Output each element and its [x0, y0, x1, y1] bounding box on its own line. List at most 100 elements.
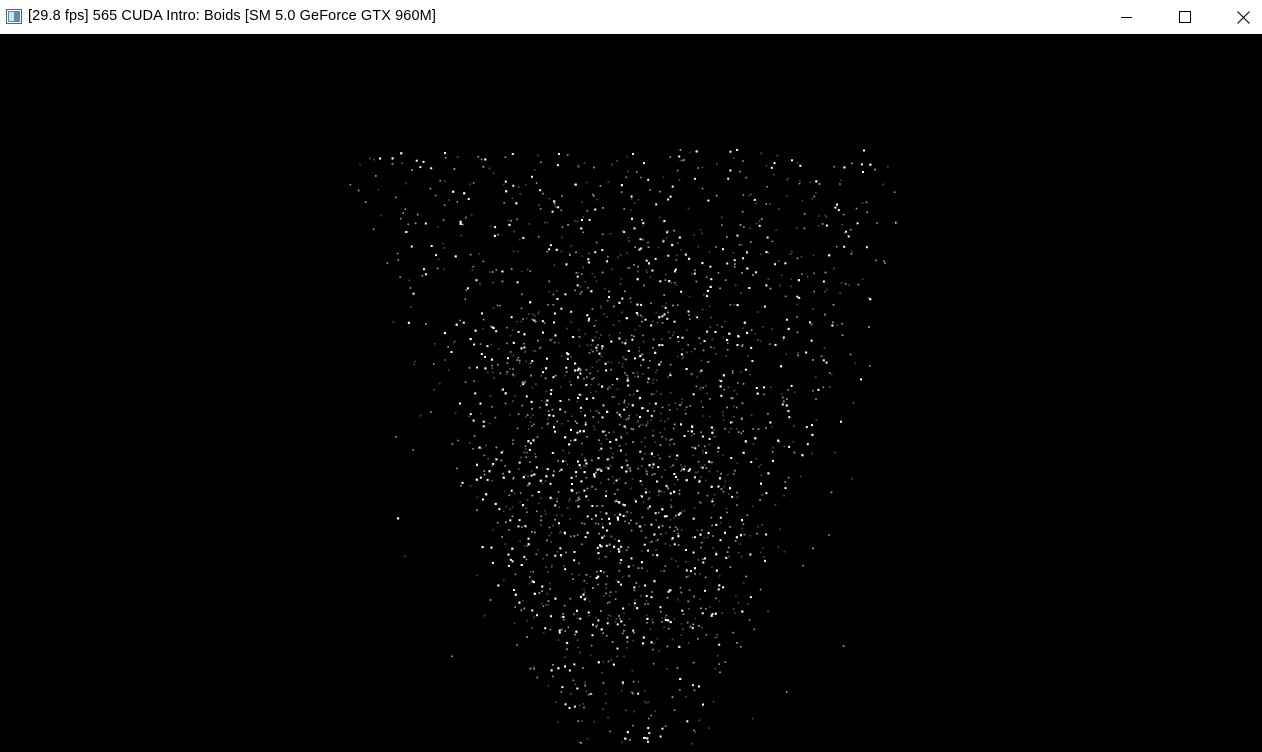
boid-particle — [706, 494, 709, 497]
boid-particle — [667, 404, 670, 406]
boid-particle — [669, 544, 671, 547]
boid-particle — [548, 534, 551, 537]
boid-particle — [714, 435, 717, 438]
boid-particle — [677, 242, 679, 244]
boid-particle — [644, 603, 646, 605]
boid-particle — [578, 345, 581, 347]
boid-particle — [731, 495, 734, 498]
boid-particle — [736, 496, 739, 499]
boid-particle — [606, 575, 609, 577]
boid-particle — [548, 290, 551, 293]
boid-particle — [596, 198, 598, 201]
boid-particle — [497, 584, 500, 587]
boid-particle — [524, 380, 526, 382]
boid-particle — [623, 408, 626, 411]
boid-particle — [514, 395, 516, 397]
boid-particle — [377, 188, 380, 191]
boid-particle — [790, 285, 792, 288]
boid-particle — [551, 210, 554, 213]
boid-particle — [452, 190, 455, 193]
boid-particle — [591, 485, 593, 488]
boid-particle — [582, 231, 585, 234]
boid-particle — [627, 350, 630, 352]
boid-particle — [709, 606, 711, 608]
boid-particle — [626, 647, 628, 649]
maximize-button[interactable] — [1156, 0, 1214, 34]
boid-particle — [619, 449, 622, 452]
boid-particle — [822, 280, 825, 283]
boid-particle — [664, 725, 667, 727]
boid-particle — [609, 233, 612, 235]
boid-particle — [547, 571, 549, 573]
boid-particle — [702, 703, 704, 706]
boid-particle — [548, 248, 551, 251]
boid-particle — [572, 440, 575, 442]
boid-particle — [582, 593, 585, 596]
boid-particle — [600, 305, 602, 308]
boid-particle — [692, 623, 695, 626]
boid-particle — [765, 203, 767, 205]
boid-particle — [684, 409, 686, 411]
boid-particle — [692, 661, 695, 664]
boid-particle — [700, 607, 702, 610]
boid-particle — [632, 441, 634, 443]
boid-particle — [594, 428, 596, 431]
boid-particle — [598, 359, 601, 361]
boid-particle — [486, 371, 489, 374]
boid-particle — [587, 258, 590, 261]
boid-particle — [529, 571, 532, 573]
boid-particle — [740, 432, 743, 434]
boid-particle — [531, 531, 533, 533]
boid-particle — [537, 491, 540, 493]
boid-particle — [552, 293, 555, 296]
boid-particle — [750, 193, 752, 196]
boid-particle — [676, 169, 679, 172]
boid-particle — [640, 441, 643, 443]
boid-particle — [737, 431, 740, 433]
boid-particle — [620, 689, 623, 692]
boids-render-viewport[interactable] — [0, 34, 1262, 752]
boid-particle — [552, 664, 554, 666]
boid-particle — [537, 312, 539, 315]
boid-particle — [593, 475, 596, 478]
boid-particle — [584, 423, 587, 426]
boid-particle — [703, 294, 705, 296]
boid-particle — [601, 505, 604, 507]
close-button[interactable] — [1214, 0, 1262, 34]
boid-particle — [791, 250, 793, 253]
boid-particle — [734, 612, 736, 614]
boid-particle — [617, 256, 619, 259]
boid-particle — [785, 404, 788, 407]
boid-particle — [476, 496, 478, 499]
boid-particle — [656, 554, 659, 557]
boid-particle — [714, 331, 717, 333]
boid-particle — [620, 466, 623, 469]
title-bar[interactable]: [29.8 fps] 565 CUDA Intro: Boids [SM 5.0… — [0, 0, 1262, 34]
minimize-button[interactable] — [1098, 0, 1156, 34]
boid-particle — [736, 406, 738, 409]
boid-particle — [712, 700, 715, 703]
boid-particle — [652, 434, 654, 437]
boid-particle — [675, 476, 677, 478]
boid-particle — [612, 482, 615, 484]
boid-particle — [497, 233, 499, 236]
boid-particle — [657, 494, 660, 497]
boid-particle — [516, 218, 518, 221]
boid-particle — [739, 543, 741, 545]
boid-particle — [746, 251, 748, 254]
boid-particle — [554, 312, 556, 315]
boid-particle — [660, 419, 662, 422]
boid-particle — [613, 545, 616, 548]
boid-particle — [557, 491, 560, 493]
boid-particle — [663, 570, 665, 572]
boid-particle — [721, 612, 723, 614]
boid-particle — [607, 614, 610, 616]
boid-particle — [529, 421, 532, 423]
boid-particle — [631, 338, 634, 341]
boid-particle — [539, 479, 542, 482]
boid-particle — [526, 511, 528, 513]
boid-particle — [579, 430, 582, 433]
boid-particle — [521, 381, 524, 383]
boid-particle — [586, 582, 588, 584]
boid-particle — [667, 198, 670, 201]
